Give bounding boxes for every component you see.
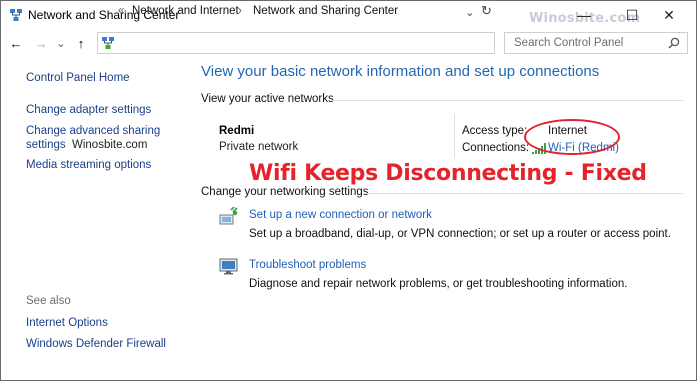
setup-connection-link[interactable]: Set up a new connection or network [249,209,432,221]
sidebar-windows-defender-firewall[interactable]: Windows Defender Firewall [26,337,166,351]
sidebar-media-streaming-options[interactable]: Media streaming options [26,158,151,172]
forward-button[interactable]: → [31,32,51,54]
divider-vertical [454,114,455,158]
up-button[interactable]: ↑ [71,32,91,54]
address-overflow-chevrons[interactable]: « [118,5,124,17]
page-heading: View your basic network information and … [201,63,600,80]
close-button[interactable]: ✕ [646,1,692,29]
sidebar-watermark: Winosbite.com [72,139,148,151]
control-panel-icon [102,37,114,49]
change-settings-label: Change your networking settings [201,186,369,198]
network-type[interactable]: Private network [219,141,298,153]
refresh-icon[interactable]: ↻ [481,3,492,19]
troubleshoot-icon [219,258,238,275]
sidebar-change-advanced-sharing[interactable]: Change advanced sharing [26,124,160,138]
window: Network and Sharing Center Winosbite.com… [0,0,697,381]
troubleshoot-description: Diagnose and repair network problems, or… [249,278,628,290]
access-type-label: Access type: [462,125,528,137]
network-name: Redmi [219,125,255,137]
search-input[interactable]: Search Control Panel [504,32,688,54]
sidebar-control-panel-home[interactable]: Control Panel Home [26,71,130,85]
highlight-oval [524,119,620,155]
setup-connection-description: Set up a broadband, dial-up, or VPN conn… [249,228,671,240]
search-icon[interactable] [668,37,680,49]
overlay-caption: Wifi Keeps Disconnecting - Fixed [249,161,647,186]
network-icon [10,9,22,21]
breadcrumb-separator: › [238,5,242,17]
minimize-button[interactable]: — [561,1,607,29]
breadcrumb-network-and-internet[interactable]: Network and Internet [132,5,239,17]
sidebar-change-adapter-settings[interactable]: Change adapter settings [26,103,151,117]
back-button[interactable]: ← [6,32,26,54]
active-networks-label: View your active networks [201,93,334,105]
search-placeholder: Search Control Panel [514,37,624,49]
connections-label: Connections: [462,142,530,154]
address-bar[interactable] [97,32,495,54]
breadcrumb-network-and-sharing-center[interactable]: Network and Sharing Center [253,5,398,17]
recent-pages-button[interactable]: ⌄ [51,32,71,54]
troubleshoot-problems-link[interactable]: Troubleshoot problems [249,259,366,271]
sidebar-change-advanced-sharing-line2[interactable]: settings [26,138,66,152]
new-connection-icon [219,207,238,225]
address-dropdown-icon[interactable]: ⌄ [465,5,475,19]
divider [363,193,683,194]
sidebar-internet-options[interactable]: Internet Options [26,316,108,330]
see-also-label: See also [26,295,71,307]
divider [331,100,683,101]
